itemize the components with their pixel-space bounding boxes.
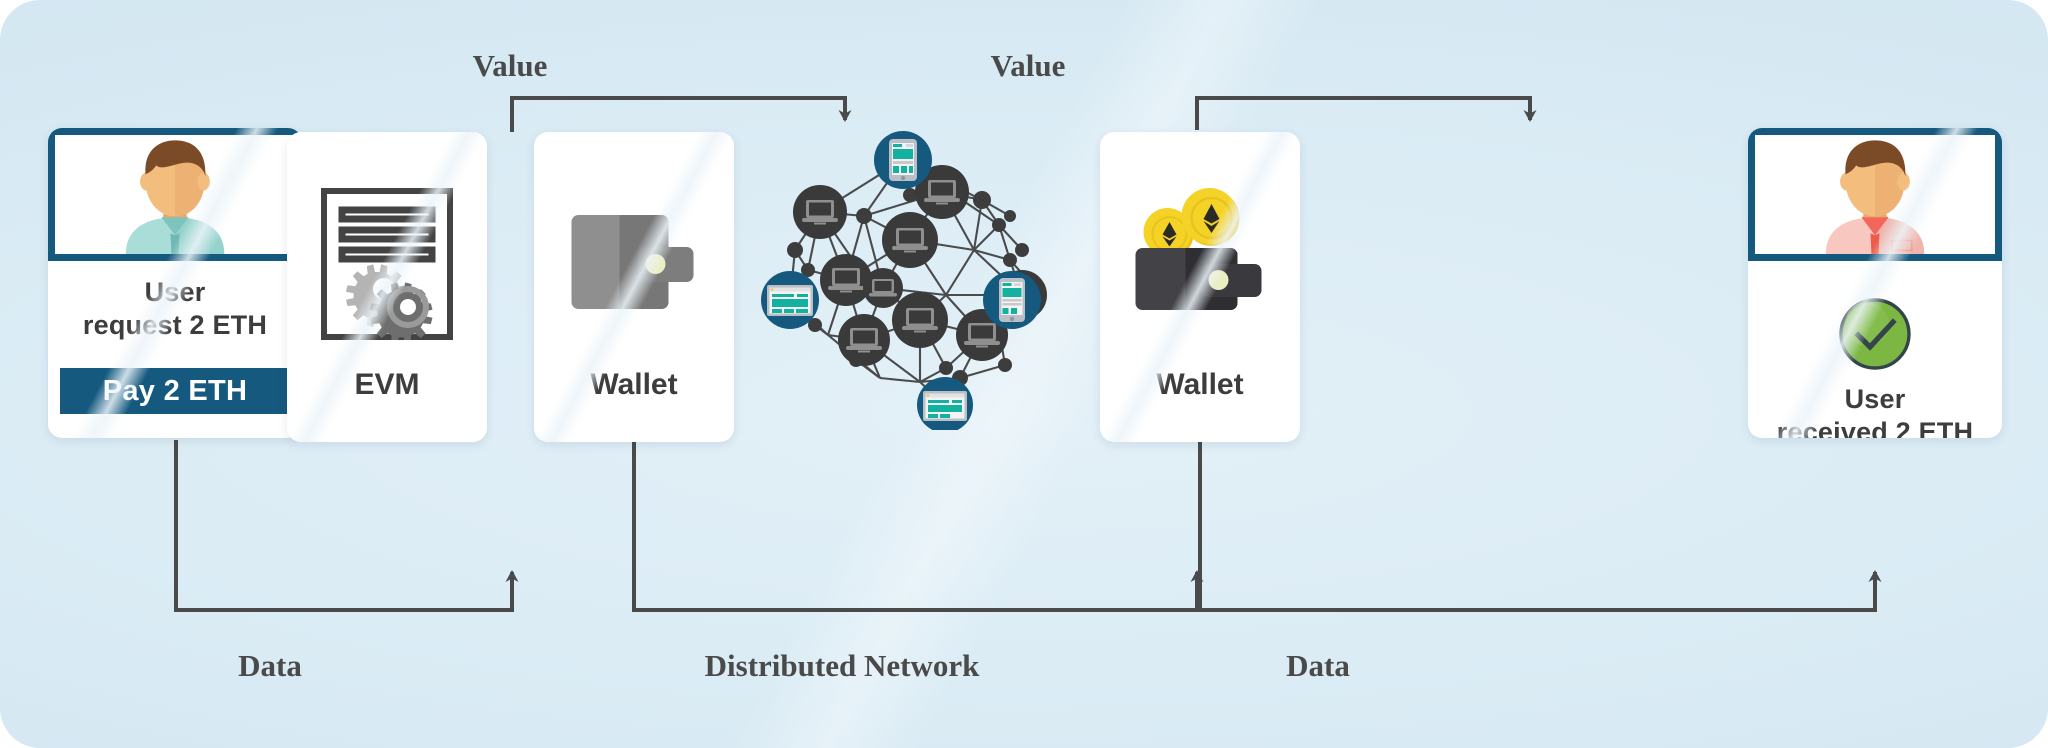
evm-card: EVM — [287, 132, 487, 442]
distributed-network-graphic — [760, 120, 1050, 433]
document-gears-icon — [321, 188, 453, 345]
avatar-user-left — [55, 135, 295, 254]
wallet-label-source: Wallet — [590, 368, 678, 401]
caption-line-1: User — [144, 277, 206, 307]
wallet-label-destination: Wallet — [1156, 368, 1244, 401]
wallet-card-destination: Wallet — [1100, 132, 1300, 442]
flow-label-value-right: Value — [990, 48, 1066, 83]
caption-line-2: request 2 ETH — [82, 309, 268, 340]
user-photo-frame — [48, 128, 302, 261]
caption-line-2: received 2 ETH — [1776, 416, 1974, 438]
avatar-user-right — [1755, 135, 1995, 254]
caption-line-1: User — [1844, 384, 1906, 414]
flow-label-distributed-network: Distributed Network — [704, 648, 980, 683]
pay-button[interactable]: Pay 2 ETH — [60, 368, 290, 414]
check-circle-icon — [1837, 296, 1913, 372]
tablet-node — [874, 131, 932, 189]
user-received-card: User received 2 ETH — [1748, 128, 2002, 438]
user-request-card: User request 2 ETH Pay 2 ETH — [48, 128, 302, 438]
user-received-caption: User received 2 ETH — [1748, 383, 2002, 438]
wallet-with-eth-coins-icon — [1133, 186, 1268, 321]
flow-label-value-left: Value — [472, 48, 548, 83]
evm-label: EVM — [354, 368, 420, 401]
user-photo-frame — [1748, 128, 2002, 261]
smartphone-node — [983, 271, 1041, 329]
flow-label-data-left: Data — [238, 648, 302, 683]
flow-label-data-right: Data — [1286, 648, 1350, 683]
user-request-caption: User request 2 ETH — [48, 276, 302, 342]
wallet-icon — [571, 214, 697, 315]
diagram-root: Value Value Data Distributed Network Dat… — [0, 0, 2048, 748]
wallet-card-source: Wallet — [534, 132, 734, 442]
